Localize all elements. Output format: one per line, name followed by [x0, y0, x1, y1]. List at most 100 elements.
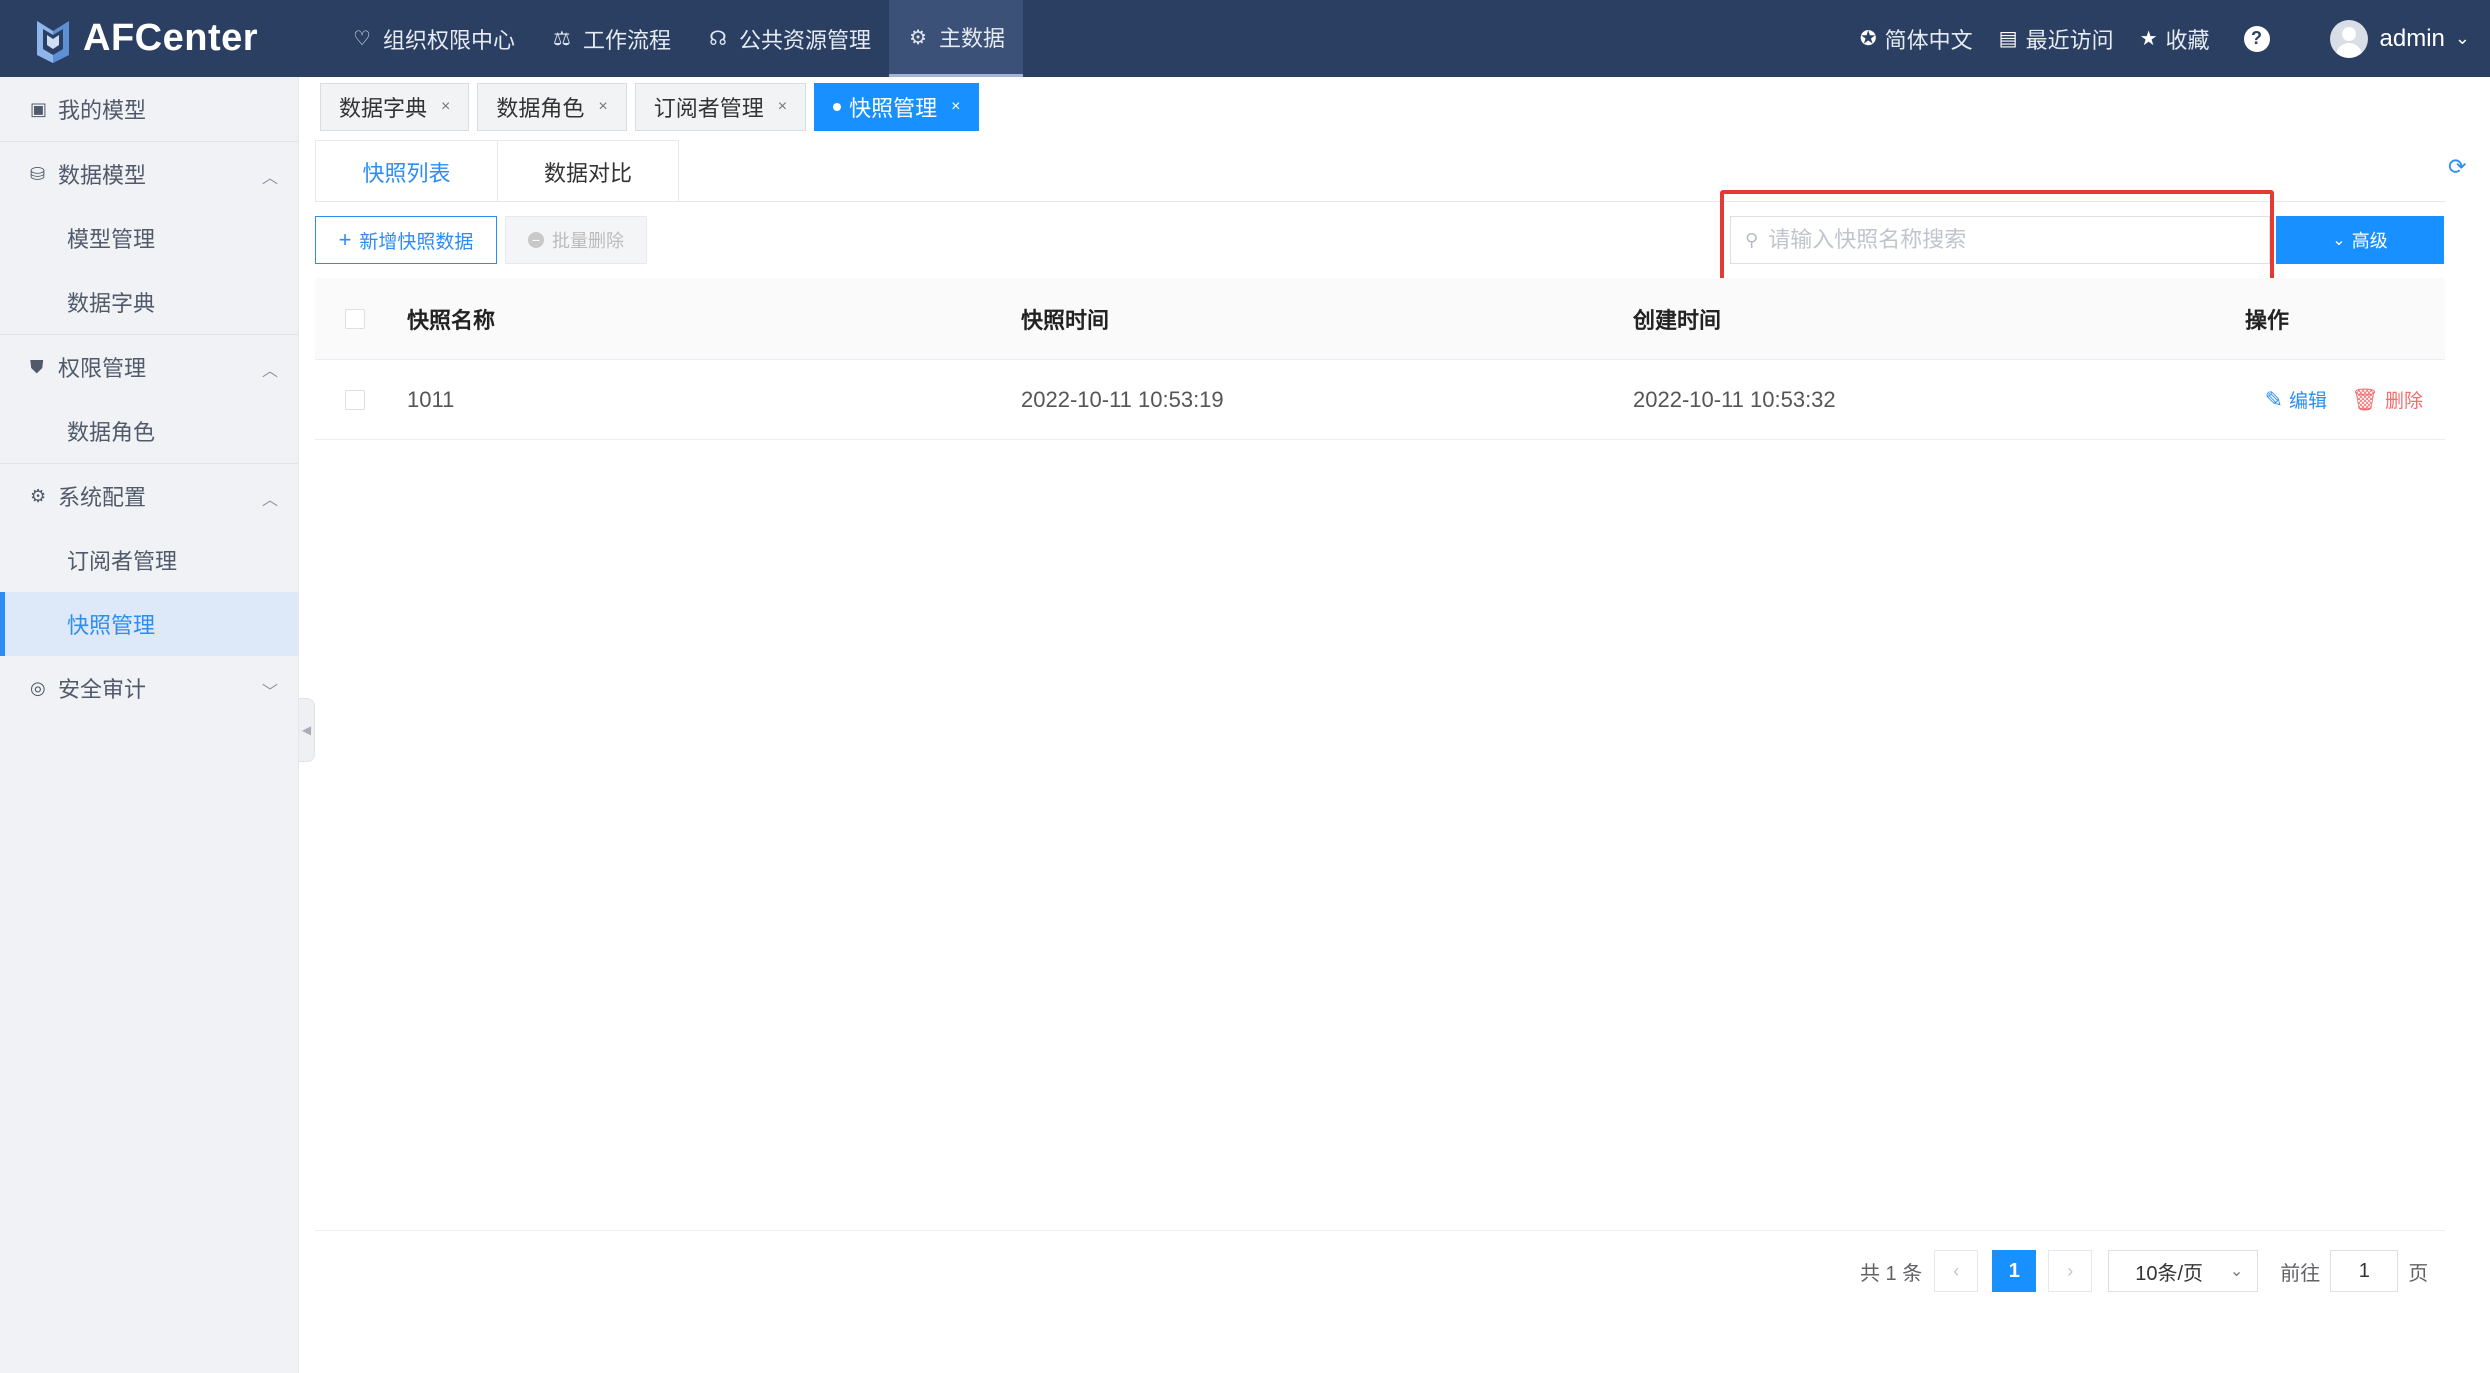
page-number-current[interactable]: 1	[1992, 1250, 2037, 1292]
sidebar-item-data-role[interactable]: 数据角色	[0, 399, 298, 463]
language-switch[interactable]: ✪ 简体中文	[1860, 23, 1973, 55]
user-name[interactable]: admin	[2380, 25, 2445, 53]
cell-snapshot-name: 1011	[407, 386, 455, 412]
refresh-icon[interactable]: ⟳	[2448, 154, 2466, 180]
page-tab-label: 数据字典	[339, 96, 428, 121]
select-all-checkbox[interactable]	[345, 308, 365, 329]
page-tab-label: 订阅者管理	[653, 96, 764, 121]
total-count: 共 1 条	[1860, 1262, 1923, 1285]
shield-check-icon: ◎	[30, 677, 46, 698]
pencil-icon: ✎	[2264, 386, 2284, 412]
sidebar-item-permission-management[interactable]: ⛊ 权限管理 ︿	[0, 335, 298, 399]
cell-snapshot-time: 2022-10-11 10:53:19	[1021, 386, 1224, 412]
topnav-org-permission[interactable]: ♡ 组织权限中心	[333, 0, 533, 77]
close-icon[interactable]: ×	[778, 98, 787, 116]
sidebar-item-snapshot-management[interactable]: 快照管理	[0, 592, 298, 656]
sidebar-item-data-dictionary[interactable]: 数据字典	[0, 270, 298, 334]
edit-button[interactable]: ✎ 编辑	[2265, 386, 2327, 413]
cell-created-time: 2022-10-11 10:53:32	[1633, 386, 1836, 412]
column-header-actions: 操作	[2245, 307, 2290, 333]
batch-delete-button[interactable]: − 批量删除	[505, 216, 647, 264]
recent-visits[interactable]: ▤ 最近访问	[1999, 23, 2114, 55]
sidebar-item-security-audit[interactable]: ◎ 安全审计 ﹀	[0, 656, 298, 720]
gear-icon: ⚙	[30, 485, 47, 506]
topnav-label: 工作流程	[583, 27, 672, 53]
chevron-down-icon[interactable]: ⌄	[2455, 28, 2470, 49]
sidebar-item-label: 数据字典	[67, 291, 156, 316]
topnav-workflow[interactable]: ⚖ 工作流程	[533, 0, 689, 77]
page-size-select[interactable]: 10条/页 ⌄	[2108, 1250, 2259, 1292]
sidebar-item-system-config[interactable]: ⚙ 系统配置 ︿	[0, 464, 298, 528]
favorites-label: 收藏	[2165, 27, 2210, 53]
sidebar-item-model-management[interactable]: 模型管理	[0, 206, 298, 270]
recent-label: 最近访问	[2025, 27, 2114, 53]
add-snapshot-label: 新增快照数据	[359, 231, 474, 253]
chevron-left-icon: ◀	[301, 723, 312, 737]
app-logo[interactable]: AFCenter	[33, 0, 333, 77]
close-icon[interactable]: ×	[441, 98, 450, 116]
column-header-name[interactable]: 快照名称	[407, 303, 1021, 335]
close-icon[interactable]: ×	[598, 98, 607, 116]
chevron-down-icon: ⌄	[2229, 1263, 2244, 1280]
column-header-snapshot-time[interactable]: 快照时间	[1021, 303, 1633, 335]
delete-button[interactable]: 🗑 删除	[2351, 386, 2423, 413]
page-tab-snapshot-management[interactable]: 快照管理 ×	[814, 83, 980, 131]
row-checkbox[interactable]	[345, 389, 365, 410]
sidebar-item-data-model[interactable]: ⛁ 数据模型 ︿	[0, 142, 298, 206]
sidebar-item-label: 数据模型	[58, 163, 147, 188]
page-tab-data-role[interactable]: 数据角色 ×	[477, 83, 627, 131]
topnav-label: 组织权限中心	[383, 27, 516, 53]
avatar[interactable]	[2329, 19, 2368, 58]
star-icon: ★	[2139, 28, 2158, 50]
search-icon: ⚲	[1745, 229, 1759, 250]
tab-data-compare[interactable]: 数据对比	[497, 140, 679, 202]
sidebar-item-label: 系统配置	[58, 485, 147, 510]
page-tab-subscriber-management[interactable]: 订阅者管理 ×	[634, 83, 807, 131]
sidebar-collapse-handle[interactable]: ◀	[299, 698, 315, 762]
sidebar-item-label: 模型管理	[67, 227, 156, 252]
delete-label: 删除	[2384, 391, 2423, 412]
search-field[interactable]: ⚲	[1730, 216, 2270, 264]
sliders-icon: ⚙	[909, 26, 928, 49]
language-label: 简体中文	[1884, 27, 1973, 53]
pagination: 共 1 条 ‹ 1 › 10条/页 ⌄ 前往 1 页	[1860, 1250, 2428, 1292]
prev-page-button[interactable]: ‹	[1934, 1250, 1979, 1292]
favorites[interactable]: ★ 收藏	[2140, 23, 2210, 55]
help-icon[interactable]: ?	[2243, 25, 2270, 52]
sidebar-item-my-models[interactable]: ▣ 我的模型	[0, 77, 298, 141]
wallet-icon: ▣	[30, 98, 48, 119]
add-snapshot-button[interactable]: + 新增快照数据	[315, 216, 497, 264]
page-size-value: 10条/页	[2135, 1262, 2204, 1285]
app-name: AFCenter	[83, 17, 259, 59]
minus-circle-icon: −	[528, 232, 544, 248]
chevron-up-icon: ︿	[261, 363, 278, 380]
advanced-search-button[interactable]: ⌄ 高级	[2276, 216, 2444, 264]
top-navigation-bar: AFCenter ♡ 组织权限中心 ⚖ 工作流程 ☊ 公共资源管理 ⚙ 主数据 …	[0, 0, 2490, 77]
page-tab-data-dictionary[interactable]: 数据字典 ×	[320, 83, 470, 131]
scale-icon: ⚖	[553, 28, 571, 50]
topnav-label: 主数据	[939, 26, 1006, 51]
close-icon[interactable]: ×	[951, 98, 960, 116]
column-header-created-time[interactable]: 创建时间	[1633, 303, 2245, 335]
sidebar-item-label: 快照管理	[67, 613, 156, 638]
topnav-master-data[interactable]: ⚙ 主数据	[889, 0, 1024, 77]
tab-snapshot-list[interactable]: 快照列表	[315, 140, 497, 202]
chevron-down-icon: ﹀	[261, 684, 278, 701]
goto-page-input[interactable]: 1	[2330, 1250, 2399, 1292]
header-actions: ✪ 简体中文 ▤ 最近访问 ★ 收藏 ? admin ⌄	[1834, 0, 2470, 77]
next-page-button[interactable]: ›	[2048, 1250, 2093, 1292]
search-input[interactable]	[1768, 227, 2249, 253]
main-menu: ♡ 组织权限中心 ⚖ 工作流程 ☊ 公共资源管理 ⚙ 主数据	[333, 0, 1024, 77]
table-header: 快照名称 快照时间 创建时间 操作	[315, 278, 2445, 360]
page-tab-label: 数据角色	[496, 96, 585, 121]
plus-icon: +	[338, 227, 352, 252]
advanced-label: 高级	[2351, 231, 2388, 251]
topnav-public-resources[interactable]: ☊ 公共资源管理	[689, 0, 889, 77]
content-tabs: 快照列表 数据对比	[315, 140, 2445, 202]
sidebar-item-subscriber-management[interactable]: 订阅者管理	[0, 528, 298, 592]
chevron-up-icon: ︿	[261, 170, 278, 187]
page-suffix: 页	[2408, 1262, 2429, 1285]
page-tab-strip: 数据字典 × 数据角色 × 订阅者管理 × 快照管理 ×	[320, 83, 987, 133]
trash-icon: 🗑	[2351, 386, 2379, 412]
shield-heart-icon: ♡	[353, 28, 371, 50]
